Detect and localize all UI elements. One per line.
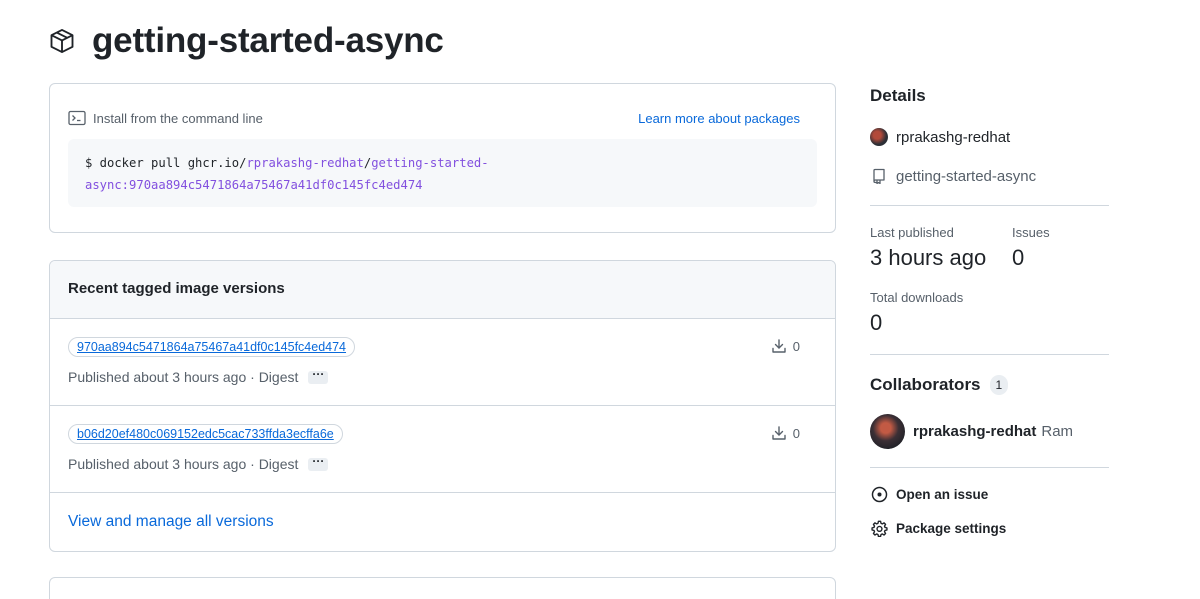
issues-label: Issues: [1012, 225, 1050, 240]
cmd-image-1: getting-started-: [371, 156, 489, 170]
repo-link[interactable]: getting-started-async: [870, 167, 1036, 185]
collaborators-count: 1: [989, 375, 1009, 395]
version-row: b06d20ef480c069152edc5cac733ffda3ecffa6e…: [50, 406, 835, 493]
cmd-owner: rprakashg-redhat: [246, 156, 364, 170]
install-box: Install from the command line Learn more…: [49, 83, 836, 233]
download-icon: [771, 338, 787, 354]
versions-heading: Recent tagged image versions: [50, 261, 835, 319]
install-label: Install from the command line: [68, 110, 263, 126]
repo-icon: [870, 167, 888, 185]
owner-name: rprakashg-redhat: [896, 128, 1011, 146]
open-issue-link[interactable]: Open an issue: [870, 485, 988, 503]
collaborators-header: Collaborators 1: [870, 375, 1009, 395]
download-count: 0: [792, 425, 800, 441]
download-icon: [771, 425, 787, 441]
repo-name: getting-started-async: [896, 167, 1037, 185]
cmd-image-2: async:970aa894c5471864a75467a41df0c145fc…: [85, 178, 423, 192]
cmd-prefix: $ docker pull ghcr.io/: [85, 156, 247, 170]
version-downloads: 0: [771, 425, 800, 441]
learn-more-link[interactable]: Learn more about packages: [638, 111, 800, 126]
collaborator[interactable]: rprakashg-redhat Ram: [870, 414, 1073, 449]
versions-box: Recent tagged image versions 970aa894c54…: [49, 260, 836, 552]
view-all-versions-link[interactable]: View and manage all versions: [68, 513, 274, 531]
last-published-value: 3 hours ago: [870, 245, 987, 270]
issue-opened-icon: [870, 485, 888, 503]
install-label-text: Install from the command line: [93, 110, 263, 126]
version-row: 970aa894c5471864a75467a41df0c145fc4ed474…: [50, 319, 835, 406]
download-count: 0: [792, 338, 800, 354]
page-title: getting-started-async: [92, 21, 444, 60]
page-header: getting-started-async: [48, 18, 444, 64]
gear-icon: [870, 519, 888, 537]
owner-link[interactable]: rprakashg-redhat: [870, 128, 1010, 146]
collaborator-login: rprakashg-redhat: [913, 423, 1037, 440]
downloads-value: 0: [870, 310, 883, 335]
version-tag[interactable]: 970aa894c5471864a75467a41df0c145fc4ed474: [68, 337, 356, 357]
version-tag[interactable]: b06d20ef480c069152edc5cac733ffda3ecffa6e: [68, 424, 343, 444]
downloads-label: Total downloads: [870, 290, 964, 305]
last-published-label: Last published: [870, 225, 954, 240]
version-meta: Published about 3 hours ago · Digest: [68, 456, 299, 472]
issues-value: 0: [1012, 245, 1025, 270]
more-button[interactable]: ···: [308, 368, 329, 384]
open-issue-label: Open an issue: [896, 486, 989, 502]
collaborators-heading: Collaborators: [870, 375, 981, 394]
package-icon: [48, 27, 76, 55]
divider: [870, 354, 1109, 355]
package-settings-label: Package settings: [896, 520, 1007, 536]
divider: [870, 467, 1109, 468]
version-downloads: 0: [771, 338, 800, 354]
avatar: [870, 414, 905, 449]
collaborator-name: Ram: [1041, 423, 1074, 440]
readme-box: [49, 577, 836, 599]
details-heading: Details: [870, 86, 926, 105]
avatar: [870, 128, 888, 146]
package-settings-link[interactable]: Package settings: [870, 519, 1006, 537]
divider: [870, 205, 1109, 206]
more-button[interactable]: ···: [308, 455, 329, 471]
version-meta: Published about 3 hours ago · Digest: [68, 369, 299, 385]
terminal-icon: [68, 110, 86, 126]
docker-pull-command[interactable]: $ docker pull ghcr.io/rprakashg-redhat/g…: [68, 139, 817, 207]
